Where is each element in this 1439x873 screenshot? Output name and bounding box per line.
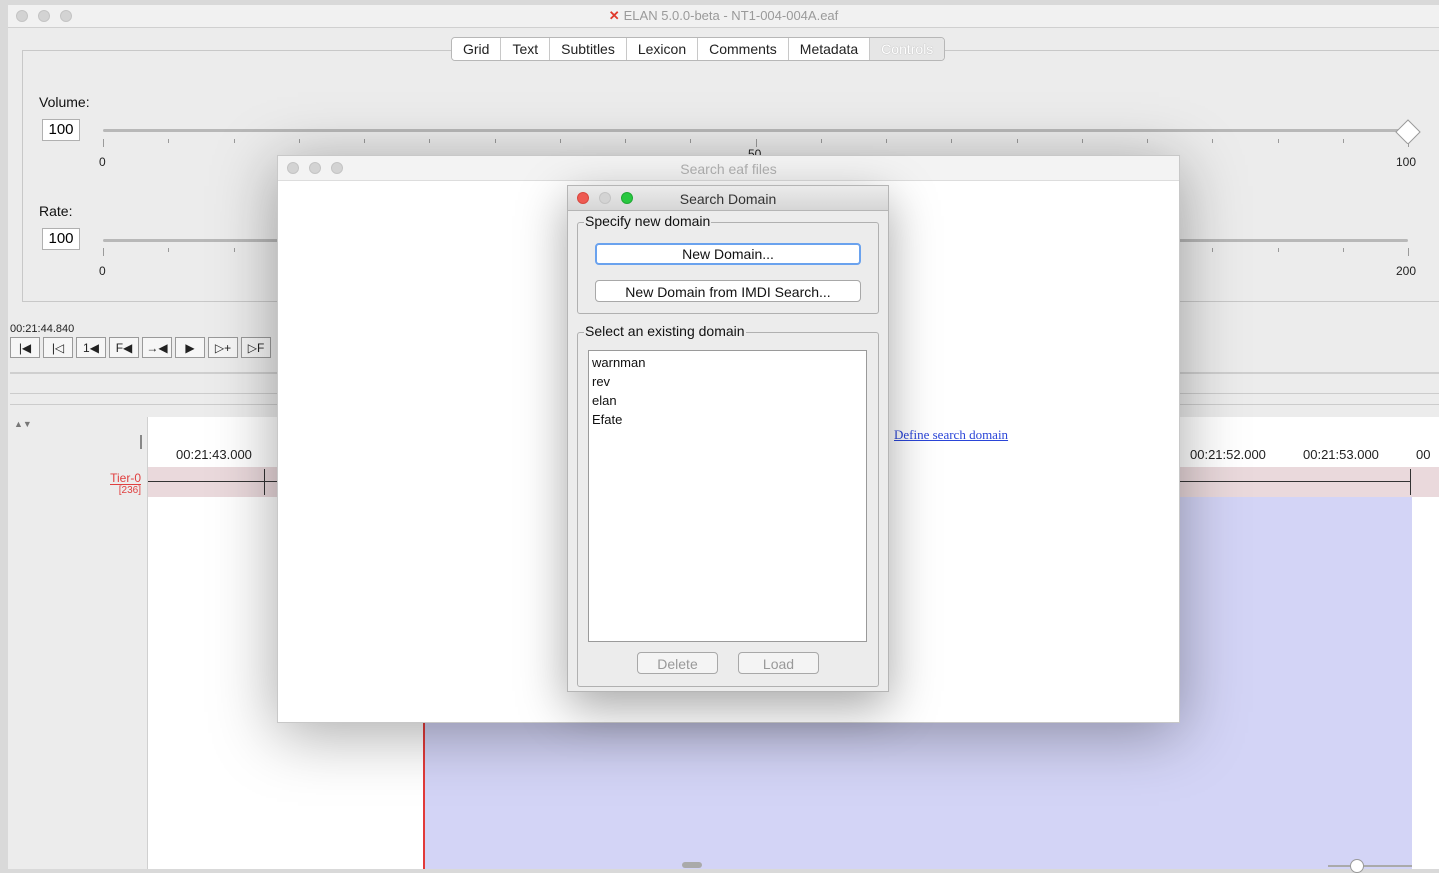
- search-eaf-title: Search eaf files: [680, 161, 777, 177]
- slider-tick: [1278, 139, 1279, 143]
- slider-tick: [103, 139, 104, 147]
- tab-metadata[interactable]: Metadata: [788, 38, 871, 60]
- slider-tick: [625, 139, 626, 143]
- slider-tick: [560, 139, 561, 143]
- go-to-begin-button[interactable]: |◀: [10, 337, 40, 358]
- current-timecode: 00:21:44.840: [10, 323, 75, 335]
- volume-slider-track[interactable]: [103, 129, 1408, 132]
- window-title-text: ELAN 5.0.0-beta - NT1-004-004A.eaf: [623, 8, 839, 23]
- new-domain-button[interactable]: New Domain...: [595, 243, 861, 265]
- delete-button[interactable]: Delete: [637, 652, 718, 674]
- frame-forward-button[interactable]: ▷F: [241, 337, 271, 358]
- define-search-domain-link[interactable]: Define search domain: [894, 427, 1008, 443]
- previous-frame-button[interactable]: |◁: [43, 337, 73, 358]
- play-button[interactable]: ▶: [175, 337, 205, 358]
- slider-tick: [1212, 139, 1213, 143]
- list-item[interactable]: rev: [592, 372, 863, 391]
- frame-back-button[interactable]: F◀: [109, 337, 139, 358]
- tier-name: Tier-0: [110, 471, 141, 485]
- slider-tick: [1343, 139, 1344, 143]
- slider-tick: [364, 139, 365, 143]
- search-eaf-titlebar: Search eaf files: [278, 156, 1179, 181]
- volume-min-label: 0: [99, 155, 106, 169]
- slider-tick: [1082, 139, 1083, 143]
- slider-tick: [1147, 139, 1148, 143]
- list-item[interactable]: Efate: [592, 410, 863, 429]
- volume-field[interactable]: 100: [42, 119, 80, 141]
- slider-tick: [1017, 139, 1018, 143]
- rate-field[interactable]: 100: [42, 228, 80, 250]
- slider-tick: [1408, 248, 1409, 256]
- slider-tick: [103, 248, 104, 256]
- time-label: 00:21:53.000: [1303, 447, 1379, 462]
- horizontal-scroll-thumb[interactable]: [682, 862, 702, 868]
- new-domain-imdi-button[interactable]: New Domain from IMDI Search...: [595, 280, 861, 302]
- rate-min-label: 0: [99, 264, 106, 278]
- search-domain-title: Search Domain: [679, 191, 777, 207]
- elan-logo-icon: ✕: [608, 8, 620, 23]
- slider-tick: [690, 139, 691, 143]
- slider-tick: [756, 139, 757, 147]
- main-titlebar: ✕ ELAN 5.0.0-beta - NT1-004-004A.eaf: [8, 5, 1439, 28]
- slider-tick: [821, 139, 822, 143]
- load-button[interactable]: Load: [738, 652, 819, 674]
- slider-tick: [886, 139, 887, 143]
- domain-list[interactable]: warnman rev elan Efate: [588, 350, 867, 642]
- selection-begin-button[interactable]: →◀: [142, 337, 172, 358]
- sort-arrows-icon[interactable]: ▲▼: [14, 419, 32, 429]
- slider-tick: [168, 248, 169, 252]
- playhead-crosshair[interactable]: [423, 722, 425, 869]
- tab-comments[interactable]: Comments: [698, 38, 789, 60]
- timeline-marker: [140, 435, 142, 449]
- tier-label[interactable]: Tier-0 [236]: [110, 472, 141, 497]
- window-title: ✕ ELAN 5.0.0-beta - NT1-004-004A.eaf: [8, 8, 1439, 24]
- list-item[interactable]: warnman: [592, 353, 863, 372]
- slider-tick: [299, 139, 300, 143]
- media-controls: |◀ |◁ 1◀ F◀ →◀ ▶ ▷+ ▷F: [10, 337, 274, 358]
- new-domain-group-title: Specify new domain: [584, 213, 712, 229]
- tab-controls[interactable]: Controls: [870, 38, 945, 60]
- step-back-second-button[interactable]: 1◀: [76, 337, 106, 358]
- slider-tick: [951, 139, 952, 143]
- zoom-slider-track[interactable]: [1328, 865, 1412, 867]
- tab-lexicon[interactable]: Lexicon: [626, 38, 699, 60]
- tab-subtitles[interactable]: Subtitles: [550, 38, 627, 60]
- slider-tick: [1343, 248, 1344, 252]
- rate-label: Rate:: [39, 203, 73, 219]
- zoom-slider-thumb[interactable]: [1350, 859, 1364, 873]
- list-item[interactable]: elan: [592, 391, 863, 410]
- rate-max-label: 200: [1396, 264, 1417, 278]
- annotation-boundary[interactable]: [264, 469, 265, 495]
- tab-text[interactable]: Text: [501, 38, 551, 60]
- slider-tick: [168, 139, 169, 143]
- step-forward-button[interactable]: ▷+: [208, 337, 238, 358]
- slider-tick: [1278, 248, 1279, 252]
- slider-tick: [495, 139, 496, 143]
- time-label: 00:21:43.000: [176, 447, 252, 462]
- time-label: 00:21:52.000: [1190, 447, 1266, 462]
- search-domain-dialog: Search Domain Specify new domain New Dom…: [567, 185, 889, 692]
- annotation-boundary[interactable]: [1410, 469, 1411, 495]
- existing-domain-group-title: Select an existing domain: [584, 323, 746, 339]
- tab-grid[interactable]: Grid: [452, 38, 502, 60]
- view-tabs: Grid Text Subtitles Lexicon Comments Met…: [451, 37, 946, 61]
- time-label: 00: [1416, 447, 1431, 462]
- tier-header-column: ▲▼ Tier-0 [236]: [10, 417, 148, 869]
- slider-tick: [1212, 248, 1213, 252]
- slider-tick: [234, 139, 235, 143]
- volume-label: Volume:: [39, 94, 90, 110]
- volume-max-label: 100: [1396, 155, 1417, 169]
- tier-annotation-count: [236]: [118, 485, 141, 496]
- search-domain-titlebar: Search Domain: [568, 186, 888, 211]
- slider-tick: [234, 248, 235, 252]
- slider-tick: [429, 139, 430, 143]
